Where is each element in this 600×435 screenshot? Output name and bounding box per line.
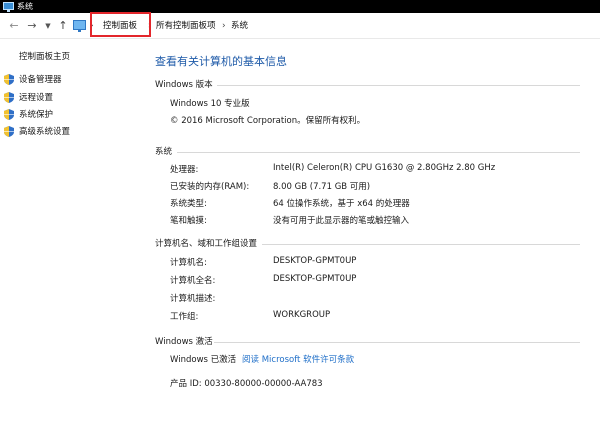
shield-icon — [4, 109, 14, 120]
memory-label: 已安装的内存(RAM): — [170, 182, 250, 192]
computer-icon — [73, 20, 86, 32]
sidebar-item-label: 系统保护 — [19, 110, 54, 120]
full-name-label: 计算机全名: — [170, 276, 216, 286]
pen-touch-label: 笔和触摸: — [170, 216, 207, 226]
license-terms-link[interactable]: 阅读 Microsoft 软件许可条款 — [242, 353, 354, 365]
shield-icon — [4, 126, 14, 137]
description-label: 计算机描述: — [170, 294, 216, 304]
window-title: 系统 — [17, 2, 33, 11]
sidebar-item-label: 设备管理器 — [19, 75, 62, 85]
system-type-label: 系统类型: — [170, 199, 207, 209]
computer-icon — [3, 2, 14, 12]
shield-icon — [4, 74, 14, 85]
workgroup-value: WORKGROUP — [273, 310, 331, 320]
full-name-value: DESKTOP-GPMT0UP — [273, 274, 357, 284]
shield-icon — [4, 92, 14, 103]
activation-status: Windows 已激活 — [170, 355, 237, 365]
computer-name-value: DESKTOP-GPMT0UP — [273, 256, 357, 266]
edition-name: Windows 10 专业版 — [170, 99, 250, 109]
divider — [217, 85, 580, 86]
breadcrumb-system[interactable]: 系统 — [231, 19, 248, 33]
section-header-system: 系统 — [155, 147, 173, 157]
section-header-activation: Windows 激活 — [155, 337, 213, 347]
memory-value: 8.00 GB (7.71 GB 可用) — [273, 182, 371, 192]
section-header-edition: Windows 版本 — [155, 80, 213, 90]
divider — [214, 342, 580, 343]
computer-name-label: 计算机名: — [170, 258, 207, 268]
product-id: 产品 ID: 00330-80000-00000-AA783 — [170, 379, 323, 389]
highlight-box — [90, 12, 151, 37]
workgroup-label: 工作组: — [170, 312, 199, 322]
system-type-value: 64 位操作系统，基于 x64 的处理器 — [273, 199, 410, 209]
copyright-text: © 2016 Microsoft Corporation。保留所有权利。 — [170, 116, 366, 126]
processor-value: Intel(R) Celeron(R) CPU G1630 @ 2.80GHz … — [273, 163, 496, 173]
divider — [262, 244, 580, 245]
sidebar: 控制面板主页 设备管理器 远程设置 系统保护 高级系统设置 — [0, 40, 150, 435]
forward-arrow-icon[interactable]: → — [26, 19, 38, 33]
sidebar-item-label: 高级系统设置 — [19, 127, 71, 137]
back-arrow-icon[interactable]: ← — [8, 19, 20, 33]
control-panel-home-link[interactable]: 控制面板主页 — [19, 50, 70, 62]
processor-label: 处理器: — [170, 165, 199, 175]
breadcrumb-all-items[interactable]: 所有控制面板项 — [156, 19, 216, 33]
main-content: 查看有关计算机的基本信息 Windows 版本 Windows 10 专业版 ©… — [150, 40, 600, 435]
section-header-computer-name: 计算机名、域和工作组设置 — [155, 239, 258, 249]
sidebar-item-label: 远程设置 — [19, 93, 54, 103]
page-title: 查看有关计算机的基本信息 — [155, 55, 287, 68]
pen-touch-value: 没有可用于此显示器的笔或触控输入 — [273, 216, 410, 226]
chevron-down-icon[interactable]: ▼ — [44, 19, 52, 33]
up-arrow-icon[interactable]: ↑ — [58, 19, 68, 33]
chevron-right-icon[interactable]: › — [222, 19, 226, 33]
divider — [177, 152, 580, 153]
